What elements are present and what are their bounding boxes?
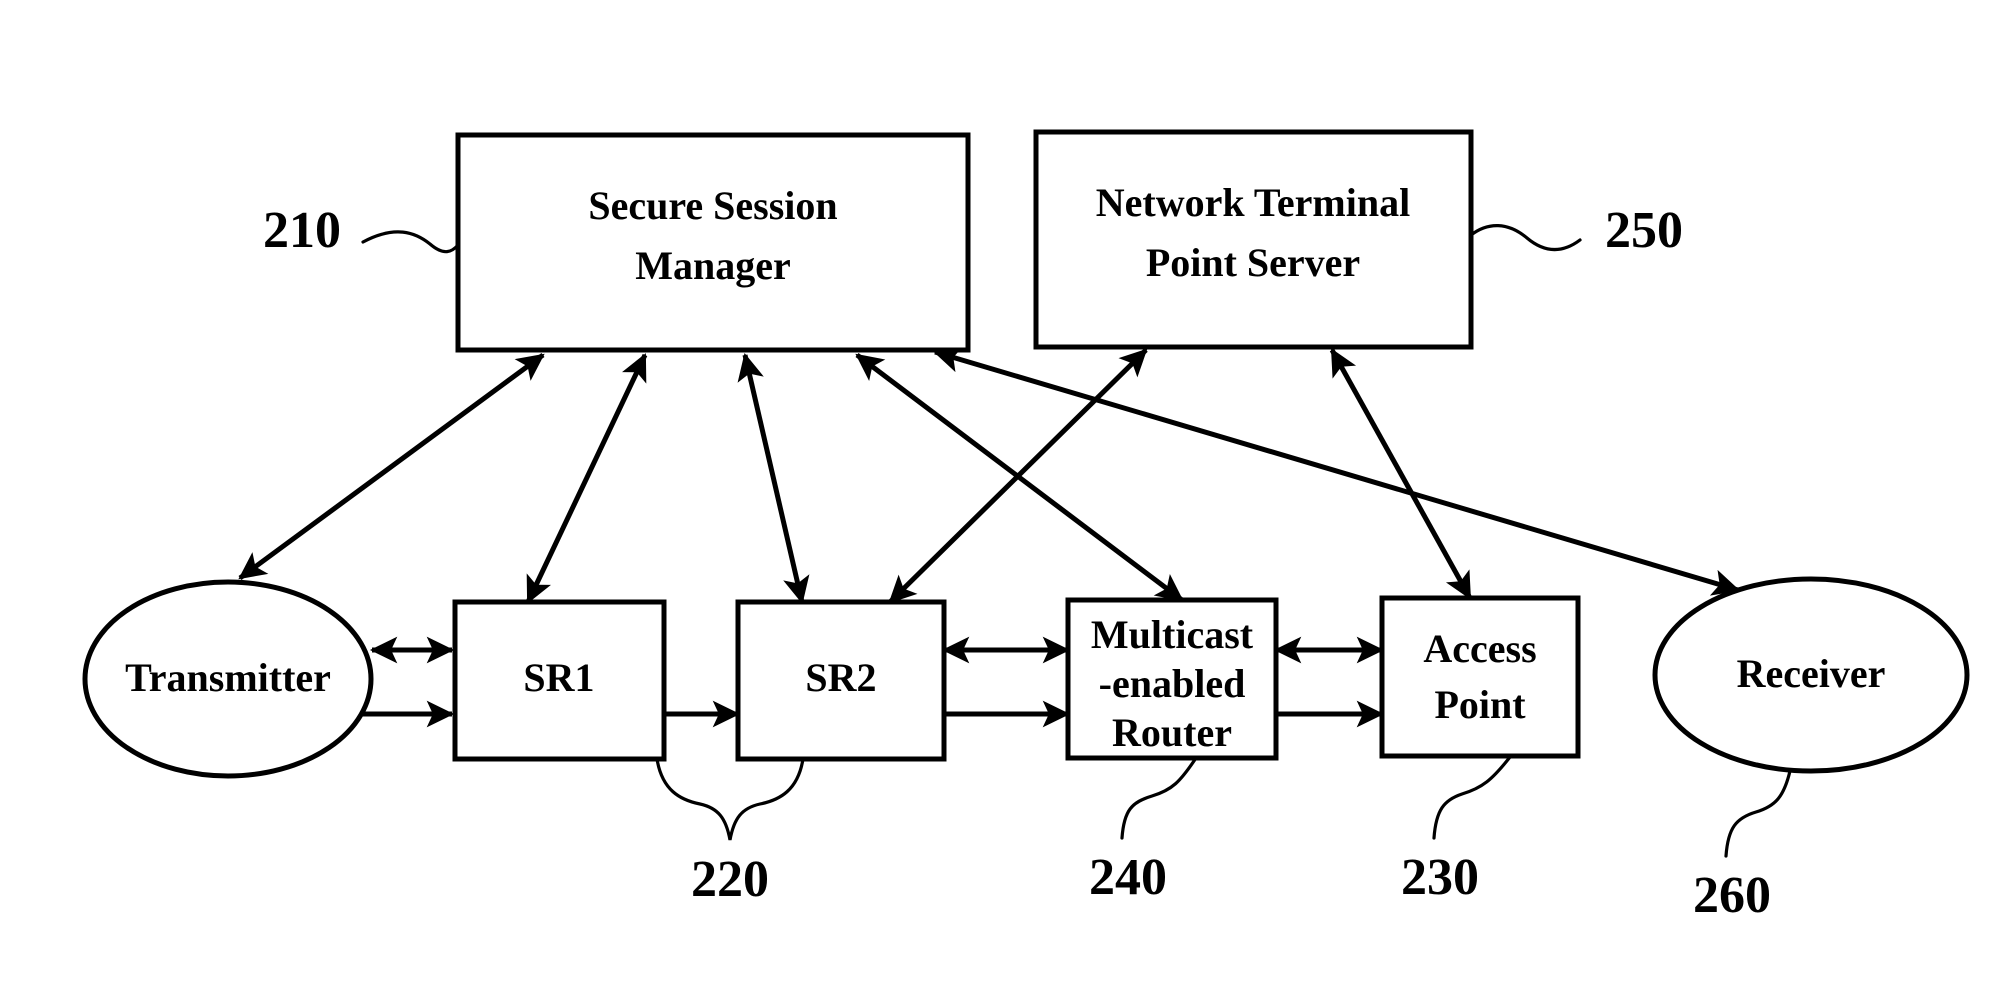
transmitter-label: Transmitter	[125, 655, 331, 700]
multicast-router-label-line2: -enabled	[1099, 661, 1246, 706]
connector-ntps-sr2	[888, 348, 1148, 604]
access-point-label-line2: Point	[1434, 682, 1526, 727]
leader-line-230	[1432, 755, 1512, 840]
node-network-terminal-point-server[interactable]: Network Terminal Point Server	[1033, 129, 1474, 350]
access-point-label-line1: Access	[1423, 626, 1536, 671]
leader-line-240	[1120, 756, 1198, 840]
reference-numeral-260: 260	[1693, 867, 1771, 924]
node-access-point[interactable]: Access Point	[1379, 595, 1581, 759]
reference-numeral-230: 230	[1401, 849, 1479, 906]
network-architecture-diagram: Secure Session Manager Network Terminal …	[82, 129, 1970, 924]
connector-ssm-transmitter	[238, 352, 545, 581]
node-sr2[interactable]: SR2	[735, 599, 947, 762]
reference-numeral-210: 210	[263, 202, 341, 259]
access-point-box[interactable]	[1379, 595, 1581, 759]
network-terminal-point-server-label-line1: Network Terminal	[1096, 180, 1410, 225]
secure-session-manager-label-line1: Secure Session	[588, 183, 837, 228]
multicast-router-label-line3: Router	[1112, 710, 1232, 755]
multicast-router-label-line1: Multicast	[1091, 612, 1254, 657]
node-transmitter[interactable]: Transmitter	[82, 579, 374, 779]
node-multicast-router[interactable]: Multicast -enabled Router	[1065, 597, 1279, 761]
reference-numeral-250: 250	[1605, 202, 1683, 259]
receiver-label: Receiver	[1737, 651, 1886, 696]
node-secure-session-manager[interactable]: Secure Session Manager	[455, 132, 971, 353]
leader-line-250	[1469, 224, 1582, 252]
sr1-label: SR1	[523, 655, 594, 700]
leader-line-210	[361, 230, 460, 254]
reference-numeral-220: 220	[691, 851, 769, 908]
network-terminal-point-server-label-line2: Point Server	[1146, 240, 1360, 285]
connector-ssm-receiver	[933, 346, 1740, 596]
leader-brace-220	[655, 757, 805, 841]
sr2-label: SR2	[805, 655, 876, 700]
node-receiver[interactable]: Receiver	[1652, 576, 1970, 774]
secure-session-manager-label-line2: Manager	[635, 243, 791, 288]
node-sr1[interactable]: SR1	[452, 599, 667, 762]
reference-numeral-240: 240	[1089, 849, 1167, 906]
connector-ssm-sr2	[737, 352, 810, 605]
patent-figure-canvas: Secure Session Manager Network Terminal …	[0, 0, 2014, 1004]
connector-ssm-sr1	[525, 353, 648, 604]
leader-line-260	[1724, 769, 1792, 858]
